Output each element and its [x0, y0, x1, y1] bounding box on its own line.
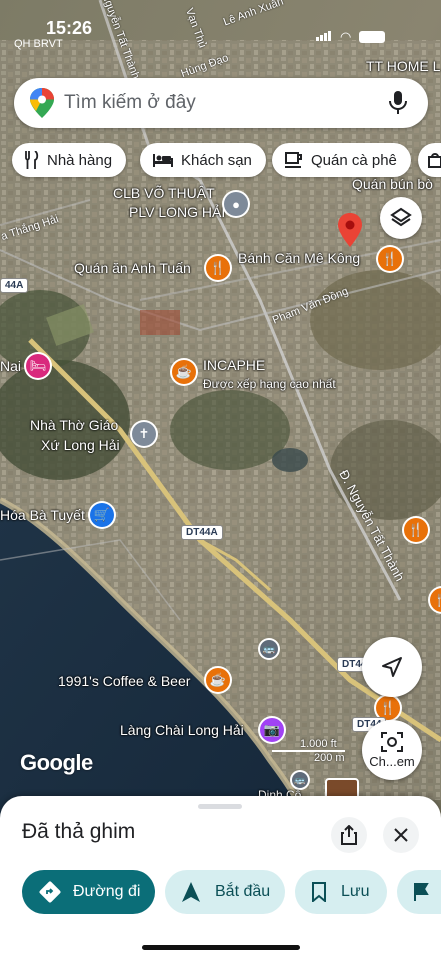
scan-camera-icon [381, 731, 403, 752]
flag-icon [414, 883, 429, 901]
system-icons: ◠ [316, 28, 386, 46]
fork-knife-icon [25, 151, 39, 169]
chip-hotels[interactable]: Khách sạn [140, 143, 266, 177]
scale-m: 200 m [314, 752, 345, 764]
church-icon[interactable]: ✝ [132, 422, 156, 446]
map-label-quan-bun-bo[interactable]: Quán bún bò [352, 176, 433, 193]
dropped-pin-icon[interactable] [338, 213, 362, 249]
navigation-arrow-icon [182, 882, 200, 902]
route-shield-44a: 44A [0, 278, 29, 293]
restaurant-icon[interactable]: 🍴 [378, 247, 402, 271]
layers-button[interactable] [380, 197, 422, 239]
sheet-drag-handle[interactable] [198, 804, 242, 809]
status-time: 15:26 [46, 18, 93, 38]
shopping-cart-icon[interactable]: 🛒 [90, 503, 114, 527]
map-label-tt-home[interactable]: TT HOME L [366, 58, 440, 75]
bed-icon [153, 154, 173, 167]
chip-more[interactable] [418, 143, 441, 177]
restaurant-icon[interactable]: 🍴 [404, 518, 428, 542]
cafe-icon[interactable]: ☕ [172, 360, 196, 384]
chip-cafes[interactable]: Quán cà phê [272, 143, 411, 177]
category-chips: Nhà hàng Khách sạn Quán cà phê [0, 143, 441, 177]
map-label-nha-tho-line2[interactable]: Xứ Long Hải [41, 437, 120, 454]
my-location-button[interactable] [362, 637, 422, 697]
bookmark-icon [312, 882, 326, 902]
sheet-title: Đã thả ghim [22, 820, 136, 843]
map-label-nha-tho-line1[interactable]: Nhà Thờ Giáo [30, 417, 118, 434]
chip-restaurants[interactable]: Nhà hàng [12, 143, 127, 177]
battery-icon [359, 31, 386, 43]
street-view-label: Ch...em [369, 753, 415, 769]
map-label-incaphe-sub: Được xếp hạng cao nhất [203, 377, 336, 391]
close-button[interactable] [383, 817, 419, 853]
shopping-bag-icon [428, 153, 441, 168]
map-label-hoa-ba-tuyet[interactable]: Hóa Bà Tuyết [0, 507, 85, 524]
map-label-coffee-beer[interactable]: 1991's Coffee & Beer [58, 673, 190, 690]
map-label-clb-line1[interactable]: CLB VÕ THUẬT [113, 185, 215, 202]
layers-icon [390, 207, 412, 227]
chip-label: Nhà hàng [47, 151, 113, 169]
search-input[interactable]: Tìm kiếm ở đây [64, 92, 388, 114]
share-button[interactable] [331, 817, 367, 853]
start-button[interactable]: Bắt đầu [165, 870, 285, 914]
map-label-clb-line2[interactable]: PLV LONG HẢI [129, 204, 225, 221]
cafe-icon[interactable]: ☕ [206, 668, 230, 692]
status-carrier: QH BRVT [14, 38, 63, 50]
close-icon [394, 828, 408, 842]
directions-label: Đường đi [73, 883, 141, 900]
google-logo: Google [20, 750, 93, 775]
chip-label: Khách sạn [181, 151, 252, 169]
map-label-lang-chai[interactable]: Làng Chài Long Hải [120, 722, 244, 739]
map-label-quan-an[interactable]: Quán ăn Anh Tuấn [74, 260, 191, 277]
coffee-cup-icon [285, 152, 302, 168]
chip-label: Quán cà phê [311, 151, 397, 169]
map-scale: 1.000 ft 200 m [272, 738, 345, 764]
dropped-pin-sheet[interactable]: Đã thả ghim Đường đi Bắt đầu Lưu [0, 796, 441, 960]
place-pin-icon[interactable]: ● [224, 192, 248, 216]
map-label-incaphe[interactable]: INCAPHE [203, 357, 265, 374]
search-bar[interactable]: Tìm kiếm ở đây [14, 78, 428, 128]
directions-button[interactable]: Đường đi [22, 870, 155, 914]
save-button[interactable]: Lưu [295, 870, 387, 914]
navigation-arrow-icon [382, 657, 402, 677]
home-indicator[interactable] [142, 945, 300, 950]
restaurant-icon[interactable]: 🍴 [206, 256, 230, 280]
signal-icon [316, 28, 332, 46]
route-shield-dt44a: DT44A [181, 525, 223, 540]
status-bar: 15:26 QH BRVT ◠ [0, 0, 441, 60]
share-icon [341, 825, 357, 845]
save-label: Lưu [341, 883, 370, 900]
directions-icon [39, 881, 61, 903]
scale-ft: 1.000 ft [272, 738, 345, 752]
google-maps-pin-icon [30, 88, 54, 118]
bus-stop-icon[interactable]: 🚌 [260, 640, 278, 658]
map-label-banh-can[interactable]: Bánh Căn Mê Kông [238, 250, 360, 267]
map-label-nai[interactable]: Nai [0, 358, 21, 375]
wifi-icon: ◠ [340, 29, 352, 44]
more-actions-button[interactable] [397, 870, 441, 914]
start-label: Bắt đầu [215, 883, 271, 900]
hotel-icon[interactable]: 🛏 [26, 354, 50, 378]
street-view-button[interactable]: Ch...em [362, 720, 422, 780]
bus-stop-icon[interactable]: 🚌 [292, 772, 308, 788]
microphone-icon[interactable] [388, 90, 408, 116]
